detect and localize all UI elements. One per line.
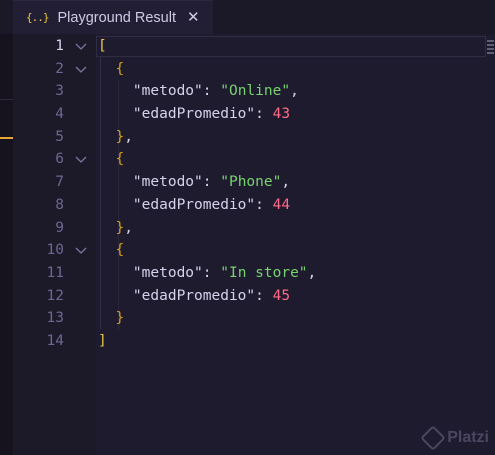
token-key: "edadPromedio" xyxy=(132,196,256,213)
token-num: 43 xyxy=(272,106,291,123)
code-text: } xyxy=(98,307,124,330)
token-br1: [ xyxy=(98,38,107,54)
code-text: { xyxy=(98,239,124,262)
token-br2: { xyxy=(115,242,125,259)
line-number: 7 xyxy=(55,174,64,191)
token-punc: , xyxy=(281,174,291,191)
token-punc: : xyxy=(255,196,273,213)
code-line[interactable]: 7 "metodo": "Phone", xyxy=(0,171,495,194)
code-text: { xyxy=(98,148,124,171)
token-str: "Phone" xyxy=(220,174,282,191)
code-line[interactable]: 9 }, xyxy=(0,217,495,240)
code-line[interactable]: 5 }, xyxy=(0,126,495,149)
line-number: 3 xyxy=(55,83,64,100)
code-text: "metodo": "Online", xyxy=(98,80,299,103)
token-num: 44 xyxy=(272,196,291,213)
token-punc: : xyxy=(255,106,273,123)
token-punc: : xyxy=(202,264,221,281)
chevron-down-icon[interactable] xyxy=(74,39,88,53)
code-text: [ xyxy=(98,35,107,58)
token-br2: { xyxy=(115,151,125,168)
code-line[interactable]: 11 "metodo": "In store", xyxy=(0,262,495,285)
code-line[interactable]: 8 "edadPromedio": 44 xyxy=(0,194,495,217)
chevron-down-icon[interactable] xyxy=(74,243,88,257)
json-braces-icon: {..} xyxy=(26,11,49,24)
platzi-logo-icon xyxy=(420,425,446,451)
line-number: 5 xyxy=(55,128,64,145)
line-number: 2 xyxy=(55,60,64,77)
tab-bar: {..} Playground Result ✕ xyxy=(0,0,495,34)
code-text: "metodo": "In store", xyxy=(98,262,316,285)
line-number: 13 xyxy=(46,310,64,327)
tab-title: Playground Result xyxy=(57,9,177,26)
token-br1: ] xyxy=(98,332,107,349)
token-punc: : xyxy=(255,287,273,304)
code-line[interactable]: 13 } xyxy=(0,307,495,330)
minimap-marks[interactable] xyxy=(487,40,494,60)
code-text: { xyxy=(98,58,124,81)
code-text: "metodo": "Phone", xyxy=(98,171,290,194)
token-key: "metodo" xyxy=(132,174,203,191)
chevron-down-icon[interactable] xyxy=(74,152,88,166)
tab-playground-result[interactable]: {..} Playground Result ✕ xyxy=(13,0,213,34)
line-number: 9 xyxy=(55,219,64,236)
line-number: 8 xyxy=(55,196,64,213)
code-line[interactable]: 2 { xyxy=(0,58,495,81)
code-line[interactable]: 12 "edadPromedio": 45 xyxy=(0,285,495,308)
token-punc: , xyxy=(124,219,133,236)
token-br2: } xyxy=(115,310,125,327)
code-text: "edadPromedio": 43 xyxy=(98,103,290,126)
token-punc: , xyxy=(124,128,133,145)
close-icon[interactable]: ✕ xyxy=(187,10,200,25)
line-number: 4 xyxy=(55,106,64,123)
token-key: "metodo" xyxy=(132,264,203,281)
line-number: 1 xyxy=(55,38,64,54)
chevron-down-icon[interactable] xyxy=(74,62,88,76)
platzi-watermark: Platzi xyxy=(420,425,489,451)
token-key: "metodo" xyxy=(132,83,203,100)
code-line[interactable]: 3 "metodo": "Online", xyxy=(0,80,495,103)
code-text: "edadPromedio": 44 xyxy=(98,194,290,217)
code-text: }, xyxy=(98,217,133,240)
token-str: "Online" xyxy=(220,83,291,100)
line-number: 10 xyxy=(46,242,64,259)
token-num: 45 xyxy=(272,287,291,304)
line-number: 6 xyxy=(55,151,64,168)
code-line[interactable]: 14] xyxy=(0,330,495,353)
token-key: "edadPromedio" xyxy=(132,287,256,304)
token-str: "In store" xyxy=(220,264,308,281)
code-line[interactable]: 4 "edadPromedio": 43 xyxy=(0,103,495,126)
token-br2: } xyxy=(115,128,125,145)
token-punc: : xyxy=(202,83,221,100)
token-punc: , xyxy=(290,83,299,100)
token-key: "edadPromedio" xyxy=(132,106,256,123)
line-number: 11 xyxy=(46,264,64,281)
token-br2: } xyxy=(115,219,125,236)
code-lines: 1[2 {3 "metodo": "Online", 4 "edadPromedi… xyxy=(0,35,495,353)
code-line[interactable]: 10 { xyxy=(0,239,495,262)
code-line[interactable]: 1[ xyxy=(0,35,495,58)
token-punc: : xyxy=(202,174,221,191)
token-punc: , xyxy=(307,264,317,281)
line-number: 14 xyxy=(46,332,64,349)
code-text: ] xyxy=(98,330,107,353)
code-line[interactable]: 6 { xyxy=(0,148,495,171)
watermark-text: Platzi xyxy=(447,429,489,446)
token-br2: { xyxy=(115,60,125,77)
code-text: }, xyxy=(98,126,133,149)
line-number: 12 xyxy=(46,287,64,304)
code-text: "edadPromedio": 45 xyxy=(98,285,290,308)
